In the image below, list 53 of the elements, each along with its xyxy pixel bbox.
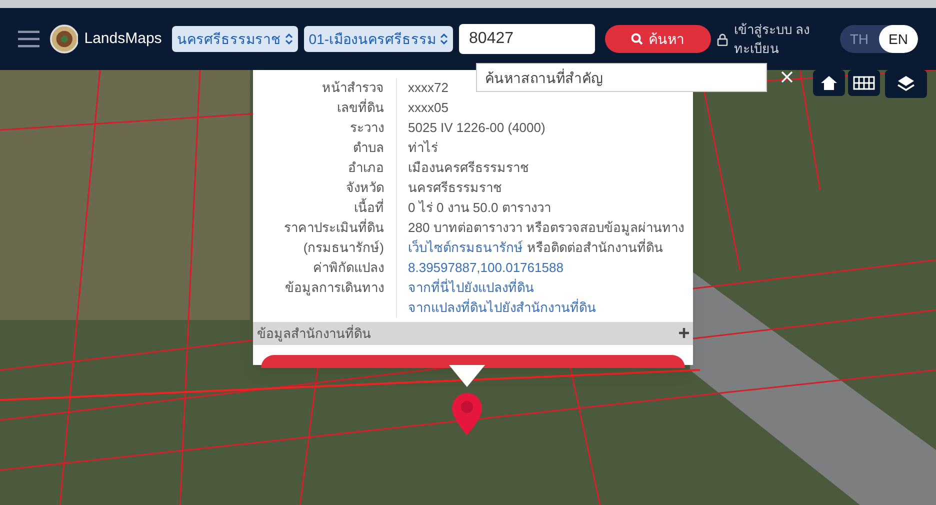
field-label: เลขที่ดิน [337,98,384,117]
field-value: xxxx05 [408,99,448,117]
language-option[interactable]: TH [840,25,879,53]
field-label: หน้าสำรวจ [322,79,384,97]
field-value: เมืองนครศรีธรรมราช [408,159,529,177]
field-value: 5025 IV 1226-00 (4000) [408,119,546,137]
field-link[interactable]: จากที่นี่ไปยังแปลงที่ดิน [408,278,534,298]
field-label: ตำบล [353,139,384,157]
field-label: (กรมธนารักษ์) [303,239,384,257]
field-value: นครศรีธรรมราช [408,179,502,197]
grid-icon [853,76,875,90]
home-button[interactable] [813,70,845,96]
logo-icon [50,23,78,55]
location-pin-icon [452,393,482,435]
field-label: เนื้อที่ [354,198,384,217]
province-select[interactable]: นครศรีธรรมราช [172,26,298,52]
close-icon[interactable] [781,71,793,83]
field-value: หรือติดต่อสำนักงานที่ดิน [527,238,663,257]
home-icon [821,76,837,90]
field-label: ราคาประเมินที่ดิน [284,218,384,237]
action-button[interactable] [261,354,685,368]
field-label: ข้อมูลการเดินทาง [285,279,384,298]
field-value: 0 ไร่ 0 งาน 50.0 ตารางวา [408,199,551,217]
search-button[interactable]: ค้นหา [605,25,711,53]
menu-icon[interactable] [18,29,40,49]
field-link[interactable]: 8.39597887,100.01761588 [408,258,564,278]
field-label: ค่าพิกัดแปลง [313,259,384,277]
logo-text: LandsMaps [84,28,162,49]
district-select[interactable]: 01-เมืองนครศรีธรรม [304,26,454,52]
field-link[interactable]: จากแปลงที่ดินไปยังสำนักงานที่ดิน [408,298,596,318]
field-value: xxxx72 [408,79,448,97]
field-label: ระวาง [350,119,384,137]
search-field[interactable]: 80427 [459,24,596,54]
layers-icon [897,75,915,93]
field-label: จังหวัด [346,179,384,197]
search-icon [631,33,644,45]
sort-caret-icon [440,33,448,45]
login-link[interactable]: เข้าสู่ระบบ ลง [734,20,834,39]
layers-button[interactable] [885,70,927,98]
login-link[interactable]: ทะเบียน [734,39,834,58]
popup-pointer-icon [449,365,485,387]
section-header[interactable]: ข้อมูลสำนักงานที่ดิน [253,322,693,345]
plus-icon[interactable] [679,328,689,338]
field-link[interactable]: เว็บไซต์กรมธนารักษ์ [408,238,523,258]
grid-button[interactable] [848,70,880,96]
lock-icon [716,32,728,46]
field-value: 280 บาทต่อตารางวา หรือตรวจสอบข้อมูลผ่านทาง [408,219,684,238]
field-value: ท่าไร่ [408,139,438,157]
place-search-field[interactable]: ค้นหาสถานที่สำคัญ [476,63,767,92]
sort-caret-icon [284,33,293,45]
section-title: ข้อมูลสำนักงานที่ดิน [257,324,371,344]
language-option[interactable]: EN [878,25,918,53]
field-label: อำเภอ [348,159,384,177]
